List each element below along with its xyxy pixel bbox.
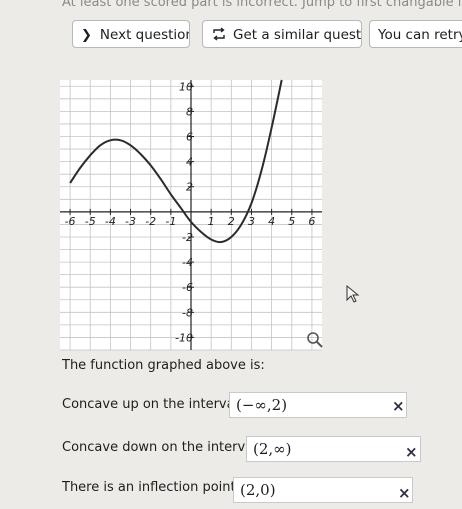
x-tick-label: 1 (208, 215, 215, 228)
x-tick-label: -6 (65, 215, 76, 228)
x-tick-label: -2 (145, 215, 156, 228)
y-tick-label: 4 (186, 156, 193, 169)
refresh-loop-icon (213, 27, 225, 41)
incorrect-x-icon: × (398, 484, 411, 502)
y-tick-label: -10 (175, 331, 193, 344)
concave-up-label: Concave up on the interval(s) (62, 397, 256, 412)
retry-label: You can retry t (378, 27, 462, 43)
cursor-arrow-icon (346, 284, 360, 303)
y-tick-label: -6 (182, 281, 193, 294)
incorrect-x-icon: × (405, 443, 418, 461)
next-question-label: Next question (99, 27, 190, 43)
x-tick-label: -4 (105, 215, 116, 228)
x-tick-label: 6 (308, 215, 315, 228)
y-tick-label: 2 (186, 181, 193, 194)
concave-up-answer-input[interactable]: (−∞,2) (229, 392, 407, 418)
chevron-right-icon: ❯ (81, 28, 92, 43)
x-tick-label: 4 (268, 215, 275, 228)
incorrect-x-icon: × (392, 397, 405, 415)
y-tick-label: 10 (179, 80, 193, 93)
next-question-button[interactable]: ❯ Next question (72, 20, 190, 48)
inflection-point-answer-input[interactable]: (2,0) (233, 477, 413, 503)
x-tick-label: 3 (248, 215, 255, 228)
similar-question-button[interactable]: Get a similar question (202, 20, 362, 48)
inflection-point-label: There is an inflection point at: (62, 480, 258, 495)
similar-question-label: Get a similar question (233, 27, 362, 43)
function-graph: -6 -5 -4 -3 -2 -1 1 2 3 4 5 6-10-8-6-4-2246810 (60, 79, 360, 351)
question-prompt: The function graphed above is: (62, 358, 265, 373)
x-tick-label: 5 (288, 215, 295, 228)
concave-down-answer-input[interactable]: (2,∞) (246, 436, 421, 462)
concave-down-label: Concave down on the interval(s) (62, 440, 274, 455)
y-tick-label: 6 (186, 131, 193, 144)
x-tick-label: -3 (125, 215, 136, 228)
retry-button[interactable]: You can retry t (369, 20, 462, 48)
y-tick-label: -4 (182, 256, 193, 269)
feedback-message: At least one scored part is incorrect. J… (62, 0, 462, 9)
x-tick-label: -5 (85, 215, 96, 228)
y-tick-label: 8 (186, 105, 193, 118)
y-tick-label: -2 (182, 231, 193, 244)
x-tick-label: 2 (228, 215, 235, 228)
x-tick-label: -1 (165, 215, 176, 228)
y-tick-label: -8 (182, 306, 193, 319)
